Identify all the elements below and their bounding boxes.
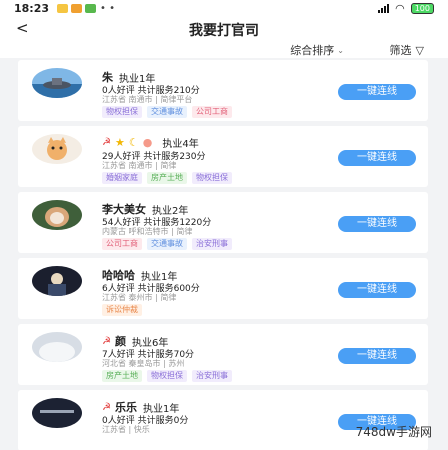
- location: 河北省 秦皇岛市 | 苏州: [102, 359, 185, 368]
- status-time: 18:23: [14, 2, 50, 15]
- practice-tag: 交通事故: [147, 106, 187, 118]
- name-row: ☭ ★ ☾ ● 执业4年: [102, 135, 199, 150]
- practice-tag: 房产土地: [147, 172, 187, 184]
- avatar: [32, 200, 82, 230]
- lawyer-card[interactable]: ☭ 颜 执业6年 7人好评 共计服务70分 河北省 秦皇岛市 | 苏州 房产土地…: [18, 324, 428, 385]
- practice-tag: 物权担保: [147, 370, 187, 382]
- practice-tag: 交通事故: [147, 238, 187, 250]
- star-icon: ★: [114, 136, 125, 149]
- avatar: [32, 134, 82, 164]
- sort-label: 综合排序: [290, 44, 335, 57]
- moon-icon: ☾: [128, 136, 139, 149]
- practice-tag: 治安刑事: [192, 370, 232, 382]
- practice-years: 执业4年: [162, 139, 199, 150]
- app-notification-icon: [57, 4, 69, 13]
- consult-button[interactable]: 一键连线: [338, 282, 416, 298]
- lawyer-list: 朱 执业1年 0人好评 共计服务210分 江苏省 南通市 | 简律平台 物权担保…: [18, 60, 428, 450]
- party-badge-icon: ☭: [102, 401, 111, 413]
- lawyer-card[interactable]: 朱 执业1年 0人好评 共计服务210分 江苏省 南通市 | 简律平台 物权担保…: [18, 60, 428, 121]
- practice-tag: 公司工商: [102, 238, 142, 250]
- nav-bar: < 我要打官司: [0, 17, 448, 40]
- practice-tag: 物权担保: [192, 172, 232, 184]
- page-title: 我要打官司: [189, 23, 259, 39]
- battery-icon: 100: [410, 3, 434, 14]
- lawyer-card[interactable]: 哈哈哈 执业1年 6人好评 共计服务600分 江苏省 泰州市 | 简律 诉讼仲裁…: [18, 258, 428, 319]
- location: 江苏省 南通市 | 简律: [102, 161, 177, 170]
- consult-button[interactable]: 一键连线: [338, 150, 416, 166]
- location: 江苏省 南通市 | 简律平台: [102, 95, 193, 104]
- lawyer-card[interactable]: ☭ 乐乐 执业1年 0人好评 共计服务0分 江苏省 | 快乐 一键连线: [18, 390, 428, 450]
- party-badge-icon: ☭: [102, 335, 111, 347]
- app-notification-icon: [85, 4, 97, 13]
- status-bar: 18:23 • • ◠ 100: [0, 0, 448, 17]
- lawyer-card[interactable]: 李大美女 执业2年 54人好评 共计服务1220分 内蒙古 呼和浩特市 | 简律…: [18, 192, 428, 253]
- practice-tag: 房产土地: [102, 370, 142, 382]
- practice-tag: 治安刑事: [192, 238, 232, 250]
- practice-tag: 诉讼仲裁: [102, 304, 142, 316]
- more-notifications-indicator: • •: [100, 3, 115, 14]
- filter-label: 筛选: [389, 44, 412, 57]
- consult-button[interactable]: 一键连线: [338, 348, 416, 364]
- practice-tags: 诉讼仲裁: [102, 304, 142, 316]
- location: 内蒙古 呼和浩特市 | 简律: [102, 227, 193, 236]
- watermark: 748dw手游网: [355, 425, 432, 439]
- filter-button[interactable]: 筛选 ▽: [390, 42, 424, 58]
- sort-dropdown[interactable]: 综合排序 ⌄: [290, 42, 344, 58]
- avatar: [32, 266, 82, 296]
- practice-tag: 婚姻家庭: [102, 172, 142, 184]
- app-notification-icon: [71, 4, 83, 13]
- practice-tags: 婚姻家庭 房产土地 物权担保: [102, 172, 232, 184]
- peach-icon: ●: [142, 136, 153, 149]
- practice-tags: 房产土地 物权担保 治安刑事: [102, 370, 232, 382]
- party-badge-icon: ☭: [102, 137, 111, 148]
- practice-tag: 公司工商: [192, 106, 232, 118]
- signal-icon: [378, 4, 390, 13]
- location: 江苏省 | 快乐: [102, 425, 150, 434]
- location: 江苏省 泰州市 | 简律: [102, 293, 177, 302]
- consult-button[interactable]: 一键连线: [338, 216, 416, 232]
- lawyer-card[interactable]: ☭ ★ ☾ ● 执业4年 29人好评 共计服务230分 江苏省 南通市 | 简律…: [18, 126, 428, 187]
- practice-tags: 公司工商 交通事故 治安刑事: [102, 238, 232, 250]
- filter-bar: 综合排序 ⌄ 筛选 ▽: [0, 40, 448, 58]
- avatar: [32, 398, 82, 428]
- notification-icons: [57, 4, 97, 13]
- practice-tag: 物权担保: [102, 106, 142, 118]
- wifi-icon: ◠: [395, 2, 405, 15]
- avatar: [32, 332, 82, 362]
- practice-tags: 物权担保 交通事故 公司工商: [102, 106, 232, 118]
- chevron-down-icon: ⌄: [337, 45, 344, 55]
- consult-button[interactable]: 一键连线: [338, 84, 416, 100]
- avatar: [32, 68, 82, 98]
- funnel-icon: ▽: [415, 43, 424, 57]
